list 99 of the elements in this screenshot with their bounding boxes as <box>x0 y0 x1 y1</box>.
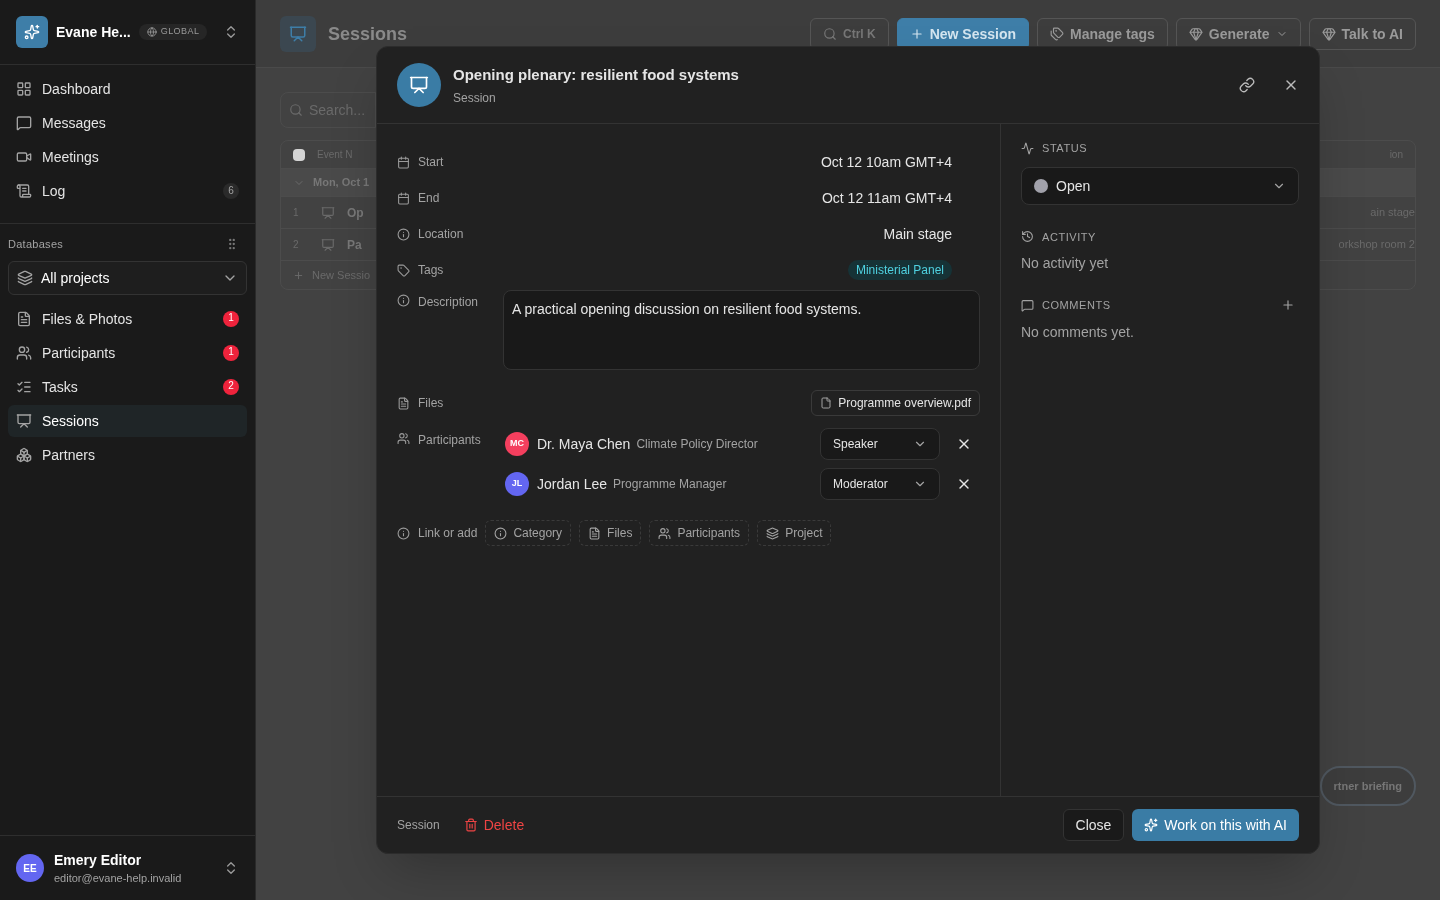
people-icon <box>658 526 672 540</box>
delete-button[interactable]: Delete <box>463 815 525 835</box>
empty-note: No activity yet <box>1021 254 1110 273</box>
item-icon <box>16 412 32 429</box>
count-badge: 2 <box>223 378 239 395</box>
sidebar-item[interactable]: Meetings <box>8 141 247 173</box>
layers-icon <box>766 526 780 540</box>
field-icon <box>397 227 410 241</box>
info-icon <box>494 526 508 540</box>
field-label: Link or add <box>418 525 478 541</box>
field-icon <box>397 263 410 277</box>
item-icon <box>16 149 32 165</box>
count-badge: 1 <box>223 344 239 361</box>
plus-icon <box>293 269 304 281</box>
scope-badge: GLOBAL <box>138 24 208 40</box>
field-label: End <box>418 190 441 206</box>
close-button[interactable]: Close <box>1062 809 1125 841</box>
sparkles-icon <box>1144 818 1159 832</box>
link-option-button[interactable]: Project <box>757 520 832 546</box>
role-dropdown[interactable]: Moderator <box>820 468 940 500</box>
participant-role: Programme Manager <box>613 476 728 492</box>
field-icon <box>397 396 410 410</box>
link-icon[interactable] <box>1239 77 1255 93</box>
ai-button[interactable]: Work on this with AI <box>1132 809 1299 841</box>
workspace-name: Evane He... <box>56 23 131 42</box>
history-icon <box>1021 230 1034 244</box>
participant-name: Dr. Maya Chen <box>537 435 631 454</box>
sidebar-item[interactable]: Log 6 <box>8 175 247 207</box>
role-dropdown[interactable]: Speaker <box>820 428 940 460</box>
item-icon <box>16 310 32 327</box>
field-value: Oct 12 11am GMT+4 <box>821 189 952 208</box>
sidebar-item[interactable]: Sessions <box>8 404 247 437</box>
field-icon <box>397 191 410 205</box>
field-icon <box>397 432 410 445</box>
sidebar-item[interactable]: Participants 1 <box>8 336 247 369</box>
participant-avatar: MC <box>505 432 529 456</box>
session-icon <box>321 205 335 220</box>
pulse-icon <box>1021 141 1034 155</box>
count-badge: 1 <box>223 310 239 327</box>
search-icon <box>823 26 837 41</box>
sidebar-item[interactable]: Messages <box>8 107 247 139</box>
user-email: editor@evane-help.invalid <box>54 870 183 886</box>
field-icon <box>397 155 410 169</box>
section-title: ACTIVITY <box>1042 229 1096 245</box>
sidebar-item[interactable]: Partners <box>8 438 247 471</box>
sidebar-item[interactable]: Dashboard <box>8 73 247 105</box>
sidebar-item[interactable]: Files & Photos 1 <box>8 302 247 335</box>
link-option-button[interactable]: Participants <box>649 520 750 546</box>
field-label: Location <box>418 226 465 242</box>
file-chip[interactable]: Programme overview.pdf <box>811 390 980 416</box>
field-label: Start <box>418 154 445 170</box>
count-badge: 6 <box>223 183 239 199</box>
page-icon <box>280 15 316 52</box>
link-option-button[interactable]: Category <box>485 520 572 546</box>
field-icon <box>397 526 410 540</box>
document-icon <box>588 526 602 540</box>
layers-icon <box>17 269 33 286</box>
participant-name: Jordan Lee <box>537 475 608 494</box>
description-field[interactable]: A practical opening discussion on resilient food systems. <box>503 290 980 370</box>
file-icon <box>820 397 833 409</box>
project-dropdown[interactable]: All projects <box>8 260 247 295</box>
field-value: Main stage <box>883 225 952 244</box>
page-title: Sessions <box>328 22 409 46</box>
field-label: Tags <box>418 262 445 278</box>
select-all-checkbox[interactable] <box>293 148 305 161</box>
empty-note: No comments yet. <box>1021 322 1135 342</box>
section-title: STATUS <box>1042 141 1088 156</box>
section-title: Databases <box>8 237 64 252</box>
participant-role: Climate Policy Director <box>636 436 759 452</box>
field-label: Description <box>418 294 479 310</box>
participant-avatar: JL <box>505 472 529 496</box>
tag-chip: Ministerial Panel <box>847 260 952 280</box>
search-icon <box>289 103 303 117</box>
session-icon <box>397 63 441 107</box>
user-name: Emery Editor <box>54 850 143 870</box>
toolbar-button[interactable]: Talk to AI <box>1308 17 1416 50</box>
item-icon <box>16 183 32 199</box>
field-value: Oct 12 10am GMT+4 <box>820 153 952 172</box>
add-comment-icon[interactable] <box>1281 298 1295 313</box>
user-avatar: EE <box>16 854 44 882</box>
field-icon <box>397 294 410 307</box>
status-dropdown[interactable]: Open <box>1021 166 1299 205</box>
dialog-subtitle: Session <box>453 90 497 107</box>
item-icon <box>16 81 32 97</box>
item-icon <box>16 446 32 463</box>
trash-icon <box>463 818 478 832</box>
app-logo <box>16 16 48 48</box>
sidebar-item[interactable]: Tasks 2 <box>8 370 247 403</box>
plus-icon <box>909 26 924 41</box>
link-option-button[interactable]: Files <box>579 520 642 546</box>
item-icon <box>16 344 32 361</box>
dialog-title: Opening plenary: resilient food systems <box>453 64 740 85</box>
item-icon <box>16 115 32 131</box>
section-title: COMMENTS <box>1042 298 1112 313</box>
comment-icon <box>1021 298 1034 312</box>
field-label: Files <box>418 395 445 411</box>
session-icon <box>321 237 335 252</box>
field-label: Participants <box>418 432 481 448</box>
footer-label: Session <box>397 817 440 833</box>
